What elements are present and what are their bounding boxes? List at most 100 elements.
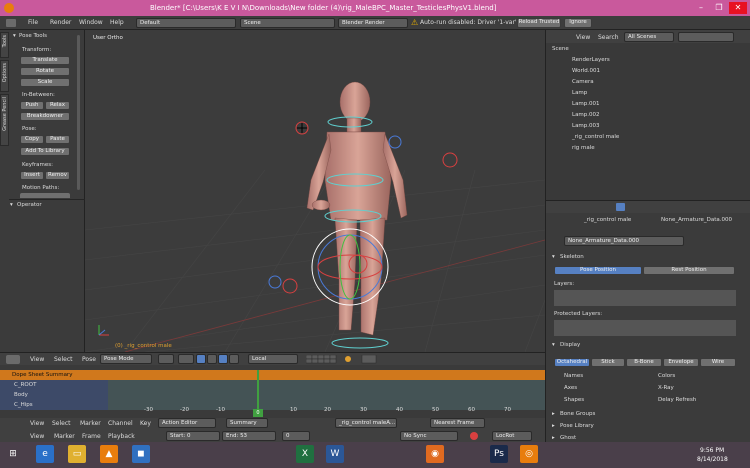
shading-select[interactable]	[158, 354, 174, 364]
pivot-select[interactable]	[178, 354, 194, 364]
menu-file[interactable]: File	[28, 19, 38, 26]
scale-button[interactable]: Scale	[20, 78, 70, 87]
menu-search[interactable]: Search	[598, 34, 619, 41]
outliner-search-input[interactable]	[678, 32, 734, 42]
rotate-manipulator[interactable]	[218, 354, 228, 364]
sync-select[interactable]: No Sync	[400, 431, 458, 441]
armature-data-tab-icon[interactable]	[616, 203, 625, 211]
menu-marker[interactable]: Marker	[54, 433, 75, 440]
relax-button[interactable]: Relax	[45, 101, 70, 110]
panel-collapse-icon[interactable]: ▾	[13, 33, 16, 39]
outliner-item-lamp002[interactable]: Lamp.002	[572, 112, 600, 118]
bone-layers-grid[interactable]	[554, 290, 736, 306]
display-wire-button[interactable]: Wire	[700, 358, 736, 367]
maximize-button[interactable]: ❐	[710, 2, 728, 14]
blender-icon[interactable]: ◎	[520, 445, 538, 463]
scene-selector[interactable]: Scene	[240, 18, 335, 28]
reload-trusted-button[interactable]: Reload Trusted	[517, 18, 561, 28]
menu-channel[interactable]: Channel	[108, 420, 133, 427]
minimize-button[interactable]: –	[692, 2, 710, 14]
push-button[interactable]: Push	[20, 101, 44, 110]
motion-paths-button[interactable]	[20, 193, 70, 198]
rotate-button[interactable]: Rotate	[20, 67, 70, 76]
shapes-checkbox-label[interactable]: Shapes	[564, 397, 584, 403]
names-checkbox-label[interactable]: Names	[564, 373, 583, 379]
menu-select[interactable]: Select	[54, 356, 73, 363]
close-button[interactable]: ✕	[729, 2, 747, 14]
menu-view[interactable]: View	[30, 420, 44, 427]
keyframe-area[interactable]	[108, 380, 545, 410]
menu-frame[interactable]: Frame	[82, 433, 101, 440]
menu-help[interactable]: Help	[110, 19, 124, 26]
record-icon[interactable]	[470, 432, 478, 440]
tab-tools[interactable]: Tools	[0, 32, 9, 58]
ghost-collapse-icon[interactable]: ▸	[552, 435, 555, 441]
app-icon[interactable]: ◼	[132, 445, 150, 463]
menu-view[interactable]: View	[576, 34, 590, 41]
outliner[interactable]: View Search All Scenes Scene RenderLayer…	[545, 30, 750, 200]
bone-groups-collapse-icon[interactable]: ▸	[552, 411, 555, 417]
menu-select[interactable]: Select	[52, 420, 71, 427]
menu-window[interactable]: Window	[79, 19, 103, 26]
outliner-item-rig-male[interactable]: rig male	[572, 145, 595, 151]
menu-render[interactable]: Render	[50, 19, 71, 26]
current-frame-field[interactable]: 0	[282, 431, 310, 441]
firefox-icon[interactable]: ◉	[426, 445, 444, 463]
excel-icon[interactable]: X	[296, 445, 314, 463]
menu-key[interactable]: Key	[140, 420, 151, 427]
insert-keyframe-button[interactable]: Insert	[20, 171, 44, 180]
menu-playback[interactable]: Playback	[108, 433, 135, 440]
colors-checkbox-label[interactable]: Colors	[658, 373, 675, 379]
layer-buttons[interactable]	[305, 354, 506, 364]
tab-grease-pencil[interactable]: Grease Pencil	[0, 94, 9, 146]
xray-checkbox-label[interactable]: X-Ray	[658, 385, 674, 391]
breakdowner-button[interactable]: Breakdowner	[20, 112, 70, 121]
menu-pose[interactable]: Pose	[82, 356, 96, 363]
rest-position-button[interactable]: Rest Position	[643, 266, 735, 275]
menu-marker[interactable]: Marker	[80, 420, 101, 427]
outliner-item-lamp[interactable]: Lamp	[572, 90, 587, 96]
add-to-library-button[interactable]: Add To Library	[20, 147, 70, 156]
outliner-item-renderlayers[interactable]: RenderLayers	[572, 57, 610, 63]
edge-icon[interactable]: e	[36, 445, 54, 463]
render-engine-select[interactable]: Blender Render	[338, 18, 408, 28]
ignore-button[interactable]: Ignore	[564, 18, 592, 28]
dope-sheet-summary-row[interactable]: Dope Sheet Summary	[0, 370, 545, 380]
file-explorer-icon[interactable]: ▭	[68, 445, 86, 463]
outliner-item-scene[interactable]: Scene	[552, 46, 569, 52]
protected-layers-grid[interactable]	[554, 320, 736, 336]
outliner-item-lamp001[interactable]: Lamp.001	[572, 101, 600, 107]
display-collapse-icon[interactable]: ▾	[552, 342, 555, 348]
info-editor-icon[interactable]	[6, 19, 16, 27]
scale-manipulator[interactable]	[229, 354, 239, 364]
axes-checkbox-label[interactable]: Axes	[564, 385, 577, 391]
properties-tabs[interactable]	[546, 201, 750, 213]
pose-position-button[interactable]: Pose Position	[554, 266, 642, 275]
end-frame-field[interactable]: End: 53	[222, 431, 276, 441]
display-stick-button[interactable]: Stick	[591, 358, 625, 367]
paste-pose-button[interactable]: Paste	[45, 135, 70, 144]
delay-refresh-checkbox-label[interactable]: Delay Refresh	[658, 397, 696, 403]
photoshop-icon[interactable]: Ps	[490, 445, 508, 463]
frame-ruler[interactable]: -30 -20 -10 10 20 30 40 50 60 70	[108, 407, 545, 417]
operator-collapse-icon[interactable]: ▾	[10, 202, 13, 208]
translate-manipulator[interactable]	[207, 354, 217, 364]
start-frame-field[interactable]: Start: 0	[166, 431, 220, 441]
outliner-item-rig-control-male[interactable]: _rig_control male	[572, 134, 619, 140]
editor-mode-select[interactable]: Action Editor	[158, 418, 216, 428]
3d-viewport[interactable]: User Ortho (0) _rig_control male	[85, 30, 545, 352]
translate-button[interactable]: Translate	[20, 56, 70, 65]
mode-select[interactable]: Pose Mode	[100, 354, 152, 364]
vlc-icon[interactable]: ▲	[100, 445, 118, 463]
summary-toggle[interactable]: Summary	[226, 418, 268, 428]
dope-sheet[interactable]: Dope Sheet Summary C_ROOT Body C_Hips 0 …	[0, 365, 545, 418]
keying-set-select[interactable]: LocRot	[492, 431, 532, 441]
editor-type-icon[interactable]	[6, 355, 20, 364]
copy-pose-button[interactable]: Copy	[20, 135, 44, 144]
outliner-item-camera[interactable]: Camera	[572, 79, 594, 85]
display-mode-select[interactable]: All Scenes	[624, 32, 674, 42]
outliner-item-world[interactable]: World.001	[572, 68, 600, 74]
tab-options[interactable]: Options	[0, 60, 9, 92]
display-octahedral-button[interactable]: Octahedral	[554, 358, 590, 367]
orientation-select[interactable]: Local	[248, 354, 298, 364]
